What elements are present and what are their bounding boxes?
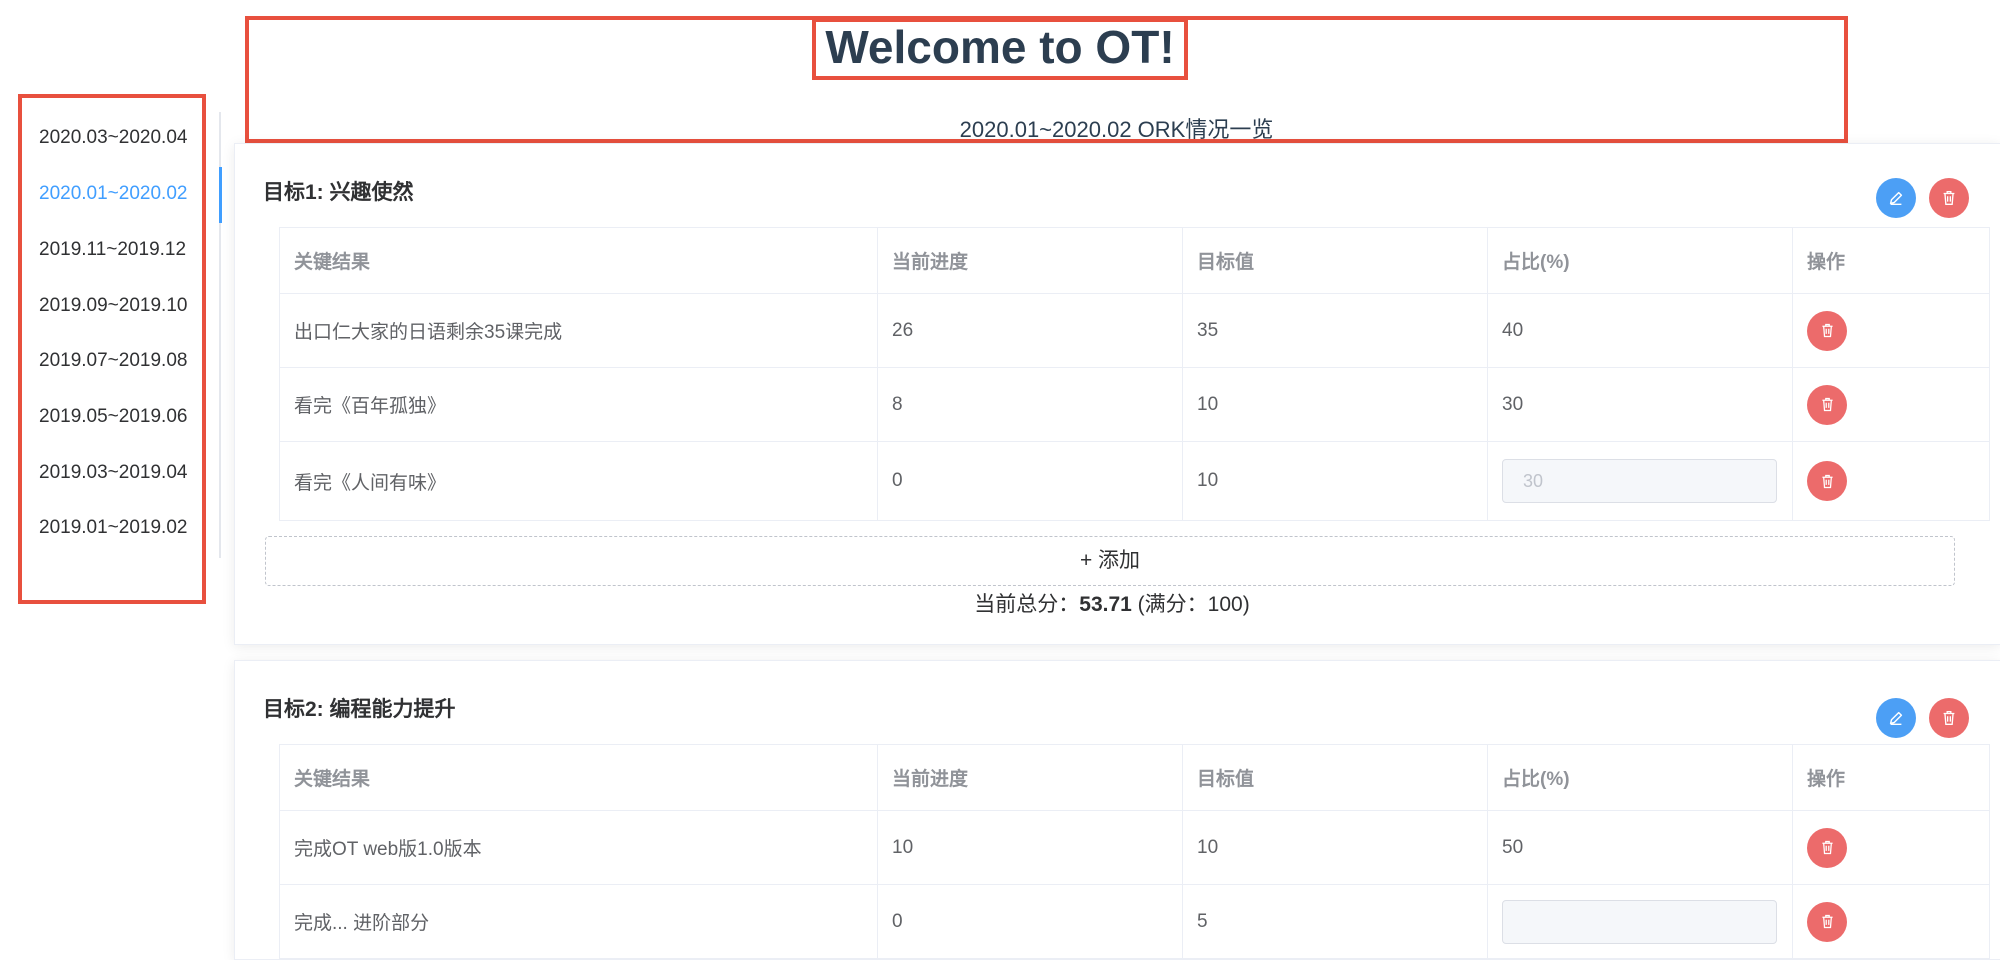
table-row: 完成OT web版1.0版本 10 10 50: [279, 810, 1990, 885]
score-prefix: 当前总分：: [974, 593, 1080, 616]
delete-goal-button[interactable]: [1929, 178, 1969, 218]
table-row: 完成... 进阶部分 0 5: [279, 884, 1990, 959]
delete-row-button[interactable]: [1807, 827, 1847, 868]
sidebar-item-2019-01[interactable]: 2019.01~2019.02: [39, 517, 187, 539]
goal-title: 目标2: 编程能力提升: [263, 698, 456, 721]
sidebar-active-indicator: [219, 167, 222, 223]
page-subtitle: 2020.01~2020.02 ORK情况一览: [959, 117, 1274, 142]
trash-icon: [1943, 191, 1955, 205]
progress-cell: 8: [877, 367, 1183, 442]
column-header-key-result: 关键结果: [279, 227, 878, 294]
pencil-icon: [1889, 191, 1903, 206]
table-header-row: 关键结果 当前进度 目标值 占比(%) 操作: [279, 744, 1990, 811]
action-cell: [1792, 884, 1990, 959]
action-cell: [1792, 810, 1990, 885]
target-cell: 10: [1182, 810, 1488, 885]
delete-row-button[interactable]: [1807, 901, 1847, 942]
target-cell: 10: [1182, 367, 1488, 442]
column-header-target: 目标值: [1182, 227, 1488, 294]
goal-title: 目标1: 兴趣使然: [263, 181, 414, 204]
ratio-input[interactable]: 30: [1502, 459, 1777, 503]
progress-cell: 0: [877, 441, 1183, 521]
sidebar-item-2019-09[interactable]: 2019.09~2019.10: [39, 295, 187, 317]
ratio-cell: 50: [1487, 810, 1793, 885]
column-header-ratio: 占比(%): [1487, 744, 1793, 811]
goal-card: 目标1: 兴趣使然 关键结果 当前进度 目标值 占比(%) 操作 出口仁大家的日…: [234, 143, 2000, 645]
sidebar-item-2020-03[interactable]: 2020.03~2020.04: [39, 127, 187, 149]
ratio-cell: 40: [1487, 293, 1793, 368]
sidebar-item-2019-07[interactable]: 2019.07~2019.08: [39, 350, 187, 372]
column-header-key-result: 关键结果: [279, 744, 878, 811]
trash-icon: [1821, 840, 1833, 855]
goal-card: 目标2: 编程能力提升 关键结果 当前进度 目标值 占比(%) 操作 完成OT …: [234, 660, 2000, 960]
action-cell: [1792, 367, 1990, 442]
score-suffix: (满分：100): [1131, 593, 1250, 616]
edit-goal-button[interactable]: [1876, 178, 1916, 218]
trash-icon: [1821, 397, 1833, 412]
key-results-table: 关键结果 当前进度 目标值 占比(%) 操作 出口仁大家的日语剩余35课完成 2…: [279, 227, 1990, 521]
ratio-cell: 30: [1487, 441, 1793, 521]
sidebar-item-2020-01[interactable]: 2020.01~2020.02: [39, 183, 187, 205]
delete-row-button[interactable]: [1807, 461, 1847, 501]
table-header-row: 关键结果 当前进度 目标值 占比(%) 操作: [279, 227, 1990, 294]
pencil-icon: [1889, 711, 1903, 726]
target-cell: 10: [1182, 441, 1488, 521]
ratio-cell: 30: [1487, 367, 1793, 442]
column-header-action: 操作: [1792, 744, 1990, 811]
score-value: 53.71: [1079, 593, 1132, 616]
key-result-cell: 出口仁大家的日语剩余35课完成: [279, 293, 878, 368]
action-cell: [1792, 293, 1990, 368]
column-header-action: 操作: [1792, 227, 1990, 294]
action-cell: [1792, 441, 1990, 521]
delete-goal-button[interactable]: [1929, 698, 1969, 738]
table-row: 看完《人间有味》 0 10 30: [279, 441, 1990, 521]
key-result-cell: 看完《百年孤独》: [279, 367, 878, 442]
column-header-progress: 当前进度: [877, 744, 1183, 811]
table-row: 出口仁大家的日语剩余35课完成 26 35 40: [279, 293, 1990, 368]
trash-icon: [1943, 711, 1955, 725]
delete-row-button[interactable]: [1807, 310, 1847, 351]
page-title: Welcome to OT!: [825, 21, 1175, 73]
ratio-cell: [1487, 884, 1793, 959]
total-score: 当前总分：53.71 (满分：100): [235, 588, 1989, 618]
target-cell: 35: [1182, 293, 1488, 368]
progress-cell: 10: [877, 810, 1183, 885]
trash-icon: [1821, 323, 1833, 338]
key-results-table: 关键结果 当前进度 目标值 占比(%) 操作 完成OT web版1.0版本 10…: [279, 744, 1990, 959]
edit-goal-button[interactable]: [1876, 698, 1916, 738]
column-header-ratio: 占比(%): [1487, 227, 1793, 294]
progress-cell: 26: [877, 293, 1183, 368]
column-header-target: 目标值: [1182, 744, 1488, 811]
sidebar-item-2019-03[interactable]: 2019.03~2019.04: [39, 462, 187, 484]
add-key-result-button[interactable]: + 添加: [265, 536, 1955, 586]
table-row: 看完《百年孤独》 8 10 30: [279, 367, 1990, 442]
trash-icon: [1821, 474, 1833, 488]
key-result-cell: 完成... 进阶部分: [279, 884, 878, 959]
progress-cell: 0: [877, 884, 1183, 959]
sidebar-item-2019-05[interactable]: 2019.05~2019.06: [39, 406, 187, 428]
target-cell: 5: [1182, 884, 1488, 959]
key-result-cell: 完成OT web版1.0版本: [279, 810, 878, 885]
column-header-progress: 当前进度: [877, 227, 1183, 294]
sidebar-item-2019-11[interactable]: 2019.11~2019.12: [39, 239, 186, 261]
delete-row-button[interactable]: [1807, 384, 1847, 425]
ratio-input[interactable]: [1502, 899, 1777, 944]
key-result-cell: 看完《人间有味》: [279, 441, 878, 521]
